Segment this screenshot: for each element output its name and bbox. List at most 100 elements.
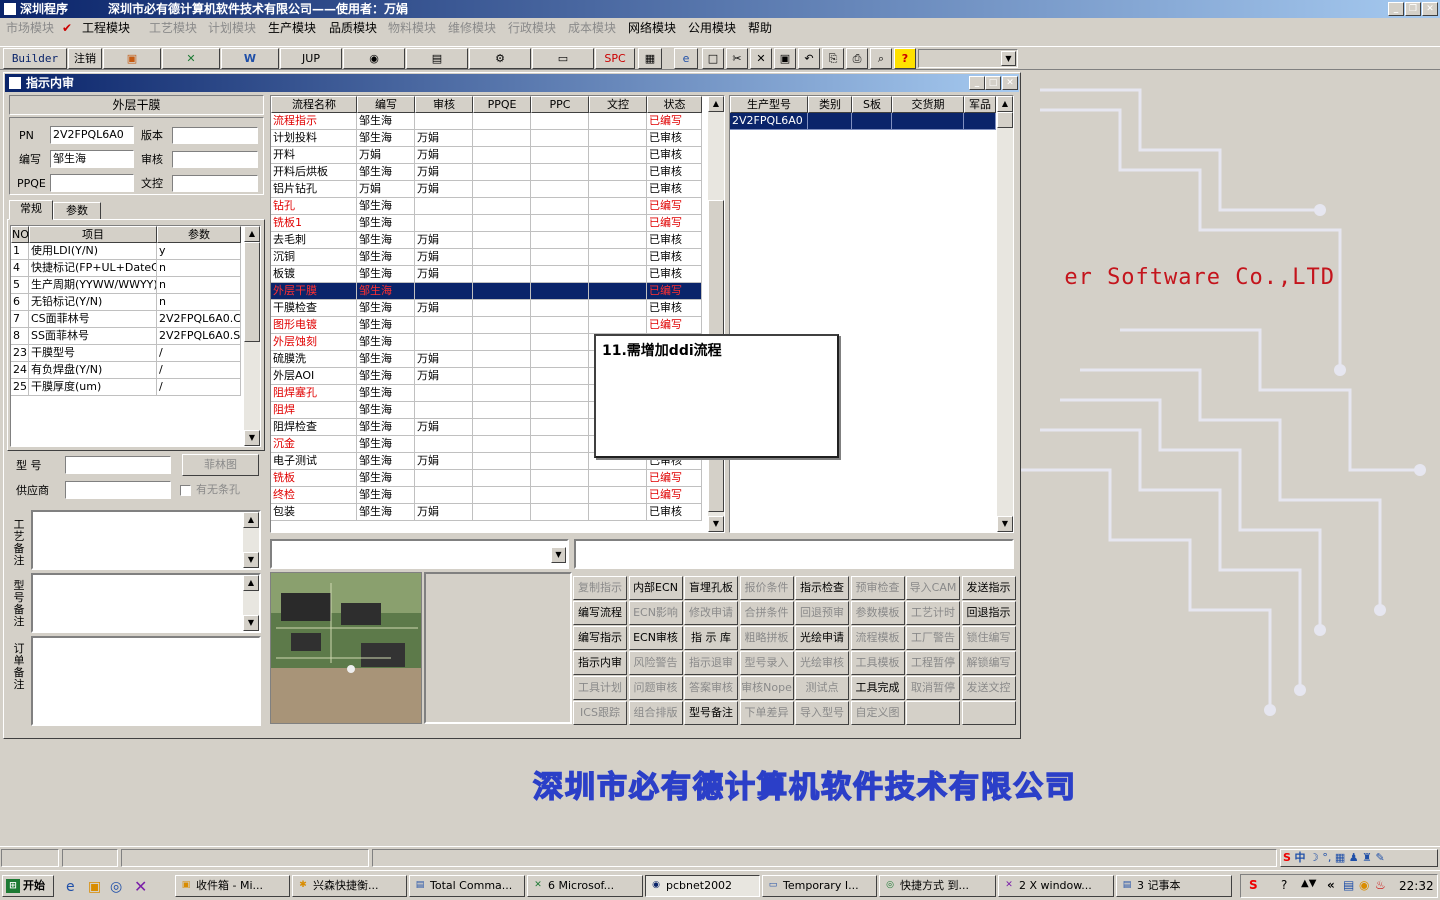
flow-header-status[interactable]: 状态 [647,96,702,113]
ime-moon-icon[interactable]: ☽ [1309,851,1319,864]
params-header-value[interactable]: 参数 [157,226,241,243]
function-button[interactable]: 取消暂停 [906,676,960,700]
menu-quality[interactable]: 品质模块 [329,20,377,36]
flow-row[interactable]: 沉铜 邹生海 万娟 已审核 [271,249,702,266]
ie-icon[interactable]: e [674,48,698,69]
model-field[interactable] [65,456,171,474]
restore-button[interactable]: ❐ [1405,2,1421,16]
params-header-item[interactable]: 项目 [29,226,157,243]
film-image-button[interactable]: 菲林图 [182,454,259,476]
jup-button[interactable]: JUP [280,48,342,69]
function-button[interactable]: 自定义图 [850,701,905,725]
menu-market[interactable]: 市场模块 [6,20,54,36]
function-button[interactable]: 型号录入 [739,651,794,675]
scroll-up-icon[interactable]: ▲ [997,96,1013,112]
function-button[interactable]: 编写流程 [573,601,627,625]
taskbar-button[interactable]: ▣ 收件箱 - Mi... [175,875,290,897]
print-icon[interactable]: ⎙ [846,48,868,69]
flow-header-ppc[interactable]: PPC [531,96,589,113]
flow-row[interactable]: 铣板 邹生海 已编写 [271,470,702,487]
function-button[interactable]: 报价条件 [739,576,794,600]
taskbar-button[interactable]: ✱ 兴森快捷衡... [292,875,407,897]
flow-header-editor[interactable]: 编写 [357,96,415,113]
function-button[interactable] [961,701,1016,725]
ime-tool-icon[interactable]: ✎ [1375,851,1384,864]
model-remark-scrollbar[interactable]: ▲ ▼ [243,575,259,631]
pn-field[interactable]: 2V2FPQL6A0 [50,126,134,144]
chevron-down-icon[interactable]: ▼ [1001,51,1016,66]
function-button[interactable]: 发送文控 [961,676,1016,700]
scroll-down-icon[interactable]: ▼ [244,430,260,446]
chevron-down-icon[interactable]: ▼ [551,547,566,563]
params-header-no[interactable]: NO [11,226,29,243]
ppqe-field[interactable] [50,174,134,192]
logout-button[interactable]: 注销 [68,48,102,69]
function-button[interactable]: 光绘申请 [795,626,849,650]
flow-header-reviewer[interactable]: 审核 [415,96,473,113]
flow-row[interactable]: 开料 万娟 万娟 已审核 [271,147,702,164]
flow-header-name[interactable]: 流程名称 [271,96,357,113]
menu-engineering[interactable]: 工程模块 [82,20,130,36]
param-row[interactable]: 8 SS面菲林号 2V2FPQL6A0.SS [11,328,244,345]
start-button[interactable]: ⊞ 开始 [2,875,54,897]
function-button[interactable]: ECN审核 [628,626,683,650]
eye-icon[interactable]: ◉ [343,48,405,69]
model-remark-box[interactable]: ▲ ▼ [31,573,261,633]
flow-row[interactable]: 开料后烘板 邹生海 万娟 已审核 [271,164,702,181]
ime-bar[interactable]: S 中 ☽ °, ▦ ♟ ♜ ✎ [1280,849,1438,867]
taskbar-button[interactable]: ◉ pcbnet2002 [645,875,760,897]
flow-scrollbar[interactable]: ▲ ▼ [708,96,724,532]
param-row[interactable]: 7 CS面菲林号 2V2FPQL6A0.CS [11,311,244,328]
flow-header-ppqe[interactable]: PPQE [473,96,531,113]
find-icon[interactable]: ⌕ [870,48,892,69]
expand-tray-icon[interactable]: « [1327,878,1335,892]
function-button[interactable]: 导入CAM [906,576,960,600]
params-grid[interactable]: NO 项目 参数 1 使用LDI(Y/N) y 4 快捷标记(FP+UL+DateCn n… [10,225,261,447]
preview-icon[interactable]: ⎘ [822,48,844,69]
scroll-down-icon[interactable]: ▼ [243,615,259,631]
param-row[interactable]: 5 生产周期(YYWW/WWYY) n [11,277,244,294]
flow-row[interactable]: 包装 邹生海 万娟 已审核 [271,504,702,521]
slot-checkbox[interactable] [180,485,191,496]
flow-row[interactable]: 钻孔 邹生海 已编写 [271,198,702,215]
delete-icon[interactable]: ✕ [750,48,772,69]
window-minimize-button[interactable]: _ [969,76,985,90]
function-button[interactable]: 型号备注 [684,701,738,725]
param-row[interactable]: 6 无铅标记(Y/N) n [11,294,244,311]
excel-icon[interactable]: ✕ [162,48,220,69]
ime-punct-icon[interactable]: °, [1322,851,1331,864]
builder-button[interactable]: Builder [3,48,67,69]
ime-user-icon[interactable]: ♟ [1349,851,1359,864]
help-tray-icon[interactable]: ? [1281,878,1287,892]
ie-quicklaunch-icon[interactable]: e [66,879,75,895]
process-remark-scrollbar[interactable]: ▲ ▼ [243,512,259,568]
app-tray-icon[interactable]: ◉ [1359,878,1369,892]
remark-input[interactable] [574,539,1014,569]
function-button[interactable]: 内部ECN [628,576,683,600]
undo-icon[interactable]: ↶ [798,48,820,69]
scroll-down-icon[interactable]: ▼ [997,516,1013,532]
tab-params[interactable]: 参数 [53,202,101,220]
window-close-button[interactable]: ✕ [1002,76,1018,90]
function-button[interactable]: 参数模板 [850,601,905,625]
product-row[interactable]: 2V2FPQL6A0 [730,113,996,130]
menu-production[interactable]: 生产模块 [268,20,316,36]
scroll-up-icon[interactable]: ▲ [244,226,260,242]
function-button[interactable]: 回退指示 [961,601,1016,625]
calculator-icon[interactable]: ▦ [638,48,662,69]
function-button[interactable] [906,701,960,725]
review-field[interactable] [172,151,258,168]
menu-maintenance[interactable]: 维修模块 [448,20,496,36]
products-header-s-board[interactable]: S板 [852,96,892,113]
flow-row[interactable]: 铝片钻孔 万娟 万娟 已审核 [271,181,702,198]
minimize-button[interactable]: _ [1388,2,1404,16]
window-maximize-button[interactable]: □ [985,76,1001,90]
function-button[interactable]: 答案审核 [684,676,738,700]
taskbar-button[interactable]: ✕ 6 Microsof... [527,875,643,897]
function-button[interactable]: 指示退审 [684,651,738,675]
param-row[interactable]: 4 快捷标记(FP+UL+DateCn n [11,260,244,277]
menu-common[interactable]: 公用模块 [688,20,736,36]
network-tray-icon[interactable]: ▤ [1343,878,1354,892]
products-header-model[interactable]: 生产型号 [730,96,808,113]
powerpoint-icon[interactable]: ▣ [103,48,161,69]
